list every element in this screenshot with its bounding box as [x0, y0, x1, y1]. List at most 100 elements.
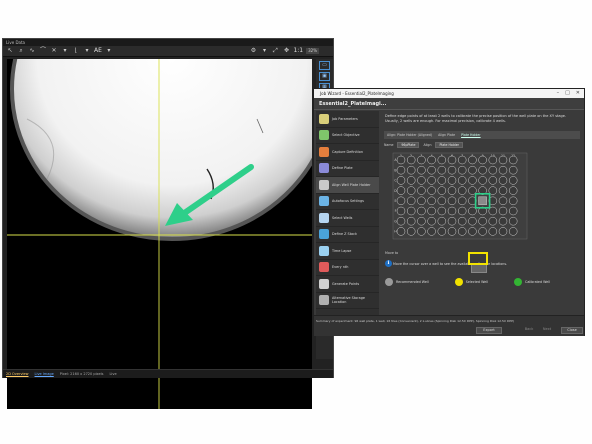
next-button[interactable]: Next [540, 327, 554, 334]
well-H5[interactable] [437, 227, 447, 236]
minimize-icon[interactable]: – [557, 89, 560, 98]
well-H11[interactable] [498, 227, 508, 236]
histogram-icon[interactable]: ⌊ [72, 47, 80, 55]
well-H12[interactable] [508, 227, 518, 236]
chevron-down-icon[interactable]: ▾ [61, 47, 69, 55]
well-C6[interactable] [447, 176, 457, 185]
well-A5[interactable] [437, 155, 447, 165]
well-B6[interactable] [447, 165, 457, 175]
wizard-step-9[interactable]: Time Lapse [316, 243, 379, 260]
well-C1[interactable] [396, 176, 406, 185]
chevron-down-icon[interactable]: ▾ [105, 47, 113, 55]
well-G9[interactable] [478, 216, 487, 226]
well-D12[interactable] [508, 186, 518, 195]
well-E2[interactable] [406, 196, 416, 206]
well-F11[interactable] [498, 206, 508, 216]
well-G2[interactable] [406, 216, 416, 226]
well-C7[interactable] [457, 176, 467, 185]
one-to-one-button[interactable]: 1:1 [293, 47, 303, 55]
well-G8[interactable] [468, 216, 477, 226]
maximize-icon[interactable]: □ [565, 89, 570, 98]
well-B2[interactable] [406, 165, 416, 175]
well-E5[interactable] [437, 196, 447, 206]
wizard-step-6[interactable]: Autofocus Settings [316, 194, 379, 210]
curve-tool-icon[interactable]: ⌒ [39, 47, 47, 55]
well-A4[interactable] [427, 155, 436, 165]
well-G7[interactable] [457, 216, 467, 226]
chevron-down-icon[interactable]: ▾ [83, 47, 91, 55]
well-D6[interactable] [447, 186, 457, 195]
well-F4[interactable] [427, 206, 436, 216]
expand-icon[interactable]: ✥ [282, 47, 290, 55]
well-F6[interactable] [447, 206, 457, 216]
tab-2d-overview[interactable]: 2D Overview [6, 372, 29, 376]
well-H2[interactable] [406, 227, 416, 236]
wizard-step-5[interactable]: Align Well Plate Holder [316, 177, 379, 194]
well-B9[interactable] [478, 165, 487, 175]
well-D3[interactable] [417, 186, 426, 195]
well-B12[interactable] [508, 165, 518, 175]
well-D2[interactable] [406, 186, 416, 195]
well-A11[interactable] [498, 155, 508, 165]
well-plate-map[interactable]: 123456789101112ABCDEFGH [391, 151, 529, 241]
well-H1[interactable] [396, 227, 406, 236]
wizard-step-4[interactable]: Define Plate [316, 161, 379, 177]
well-H6[interactable] [447, 227, 457, 236]
well-B5[interactable] [437, 165, 447, 175]
well-H9[interactable] [478, 227, 487, 236]
well-G3[interactable] [417, 216, 426, 226]
well-D11[interactable] [498, 186, 508, 195]
well-C4[interactable] [427, 176, 436, 185]
auto-exposure-button[interactable]: AE [94, 47, 102, 55]
well-D5[interactable] [437, 186, 447, 195]
well-A7[interactable] [457, 155, 467, 165]
well-G11[interactable] [498, 216, 508, 226]
wizard-step-2[interactable]: Select Objective [316, 128, 379, 144]
fit-to-window-icon[interactable]: ⤢ [271, 47, 279, 55]
well-F5[interactable] [437, 206, 447, 216]
well-A9[interactable] [478, 155, 487, 165]
wizard-step-12[interactable]: Alternative Storage Location [316, 293, 379, 309]
cross-tool-icon[interactable]: ✕ [50, 47, 58, 55]
wizard-step-1[interactable]: Job Parameters [316, 111, 379, 128]
layers-icon[interactable]: ▭ [319, 61, 330, 70]
well-F12[interactable] [508, 206, 518, 216]
well-E1[interactable] [396, 196, 406, 206]
tab-live-image[interactable]: Live Image [35, 372, 54, 376]
live-image[interactable] [7, 59, 312, 409]
well-B8[interactable] [468, 165, 477, 175]
well-A1[interactable] [396, 155, 406, 165]
well-D1[interactable] [396, 186, 406, 195]
wizard-step-7[interactable]: Select Wells [316, 210, 379, 227]
well-G12[interactable] [508, 216, 518, 226]
wizard-step-3[interactable]: Capture Definition [316, 144, 379, 161]
well-A3[interactable] [417, 155, 426, 165]
well-F1[interactable] [396, 206, 406, 216]
back-button[interactable]: Back [522, 327, 536, 334]
well-C8[interactable] [468, 176, 477, 185]
well-C2[interactable] [406, 176, 416, 185]
well-C5[interactable] [437, 176, 447, 185]
well-A2[interactable] [406, 155, 416, 165]
well-F7[interactable] [457, 206, 467, 216]
wizard-step-10[interactable]: Every nth [316, 260, 379, 276]
well-A8[interactable] [468, 155, 477, 165]
well-D7[interactable] [457, 186, 467, 195]
well-H8[interactable] [468, 227, 477, 236]
align-status-value[interactable]: Plate Holder [461, 133, 481, 137]
chevron-down-icon[interactable]: ▾ [260, 47, 268, 55]
well-E7[interactable] [457, 196, 467, 206]
well-E3[interactable] [417, 196, 426, 206]
well-B11[interactable] [498, 165, 508, 175]
zoom-tool-icon[interactable]: ⌕ [17, 47, 25, 55]
move-stage-button[interactable] [471, 264, 487, 273]
well-B3[interactable] [417, 165, 426, 175]
well-B4[interactable] [427, 165, 436, 175]
well-B7[interactable] [457, 165, 467, 175]
well-G10[interactable] [488, 216, 498, 226]
draw-tool-icon[interactable]: ∿ [28, 47, 36, 55]
well-G4[interactable] [427, 216, 436, 226]
close-icon[interactable]: ✕ [576, 89, 580, 98]
export-button[interactable]: Export [476, 327, 502, 334]
well-C3[interactable] [417, 176, 426, 185]
